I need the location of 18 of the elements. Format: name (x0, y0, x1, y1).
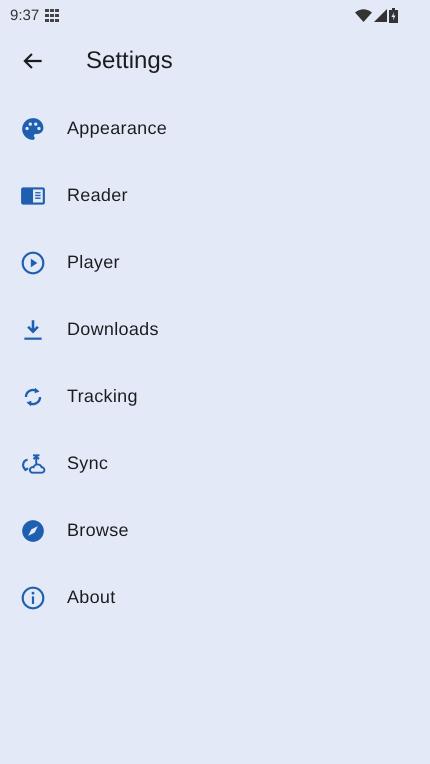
status-time: 9:37 (10, 6, 40, 24)
grid-icon (45, 8, 60, 22)
wifi-icon (355, 8, 372, 22)
settings-item[interactable]: Browse (0, 497, 430, 564)
settings-item[interactable]: Reader (0, 162, 430, 229)
settings-item[interactable]: About (0, 564, 430, 631)
settings-item[interactable]: Sync (0, 430, 430, 497)
settings-item[interactable]: Player (0, 229, 430, 296)
signal-icon (374, 8, 387, 22)
settings-item[interactable]: Downloads (0, 296, 430, 363)
settings-item[interactable]: Appearance (0, 95, 430, 162)
play-circle-icon (20, 250, 46, 276)
settings-item[interactable]: Tracking (0, 363, 430, 430)
info-icon (20, 584, 46, 610)
battery-icon (389, 8, 398, 22)
compass-icon (20, 518, 46, 544)
page-title: Settings (86, 47, 173, 75)
palette-icon (20, 116, 46, 142)
